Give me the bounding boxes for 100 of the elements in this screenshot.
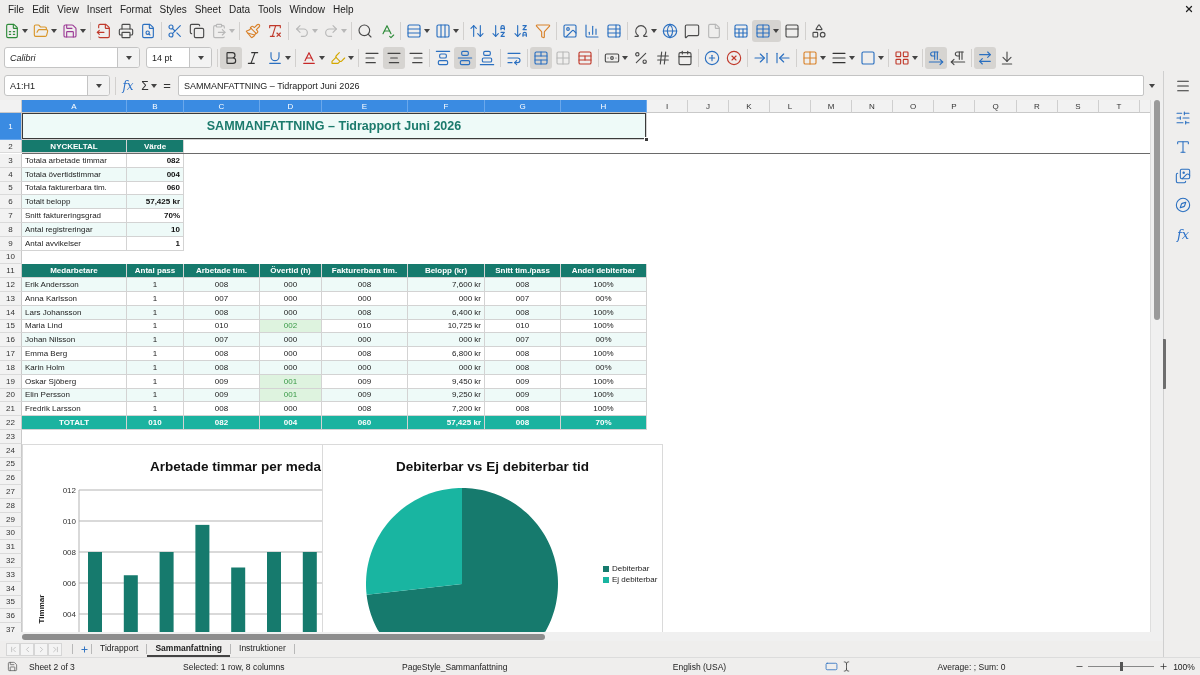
calendar-icon [677, 49, 693, 66]
row-header[interactable]: 7 [0, 209, 22, 223]
paintbrush-icon [245, 23, 261, 39]
spreadsheet-icon [4, 23, 20, 39]
align-middle-button[interactable] [454, 46, 476, 69]
row-header[interactable]: 2 [0, 140, 22, 153]
dropdown-button[interactable] [117, 48, 139, 67]
formula-input[interactable]: SAMMANFATTNING – Tidrapport Juni 2026 [178, 75, 1144, 96]
caret-icon [651, 29, 657, 33]
selection-info: Selected: 1 row, 8 columns [183, 661, 285, 672]
font-size-field[interactable]: 14 pt [146, 47, 212, 68]
row-header[interactable]: 22 [0, 416, 22, 430]
menu-item[interactable]: Styles [155, 1, 191, 17]
text-direction-button[interactable] [974, 46, 996, 69]
sheet-tab[interactable]: Tidrapport [92, 641, 147, 657]
grid-icon [802, 49, 818, 66]
column-header[interactable]: D [260, 100, 322, 113]
name-box[interactable]: A1:H1 [4, 75, 110, 96]
column-header[interactable]: H [561, 100, 647, 113]
selection-mode-icon [824, 660, 838, 673]
column-header[interactable]: A [22, 100, 127, 113]
table-cell: 008 [184, 278, 260, 292]
table-header: NYCKELTAL [22, 140, 127, 153]
zoom-slider-thumb[interactable] [1120, 662, 1123, 671]
copy-icon [189, 23, 205, 39]
table-cell: 000 [260, 402, 322, 417]
table-cell: 082 [127, 154, 184, 168]
align-middle-icon [457, 49, 473, 66]
sum-button[interactable]: Σ [138, 75, 160, 96]
menu-item[interactable]: Help [329, 1, 358, 17]
dropdown-button[interactable] [87, 76, 109, 95]
row-header[interactable]: 1 [0, 113, 22, 140]
menu-item[interactable]: Sheet [190, 1, 225, 17]
column-header[interactable]: E [322, 100, 408, 113]
four-squares-icon [894, 49, 910, 66]
row-header[interactable]: 16 [0, 333, 22, 348]
table-cell: 6,800 kr [408, 347, 485, 361]
column-header[interactable]: G [485, 100, 561, 113]
table-cell: 7,600 kr [408, 278, 485, 292]
folder-icon [33, 23, 49, 39]
table-cell: 1 [127, 347, 184, 361]
vertical-scrollbar[interactable] [1150, 100, 1163, 632]
merge-center-button[interactable] [530, 46, 552, 69]
row-header[interactable]: 36 [0, 609, 22, 624]
row-header[interactable]: 27 [0, 485, 22, 499]
column-header[interactable]: F [408, 100, 485, 113]
table-cell: 000 kr [408, 333, 485, 348]
caret-icon [773, 29, 779, 33]
table-cell: 008 [322, 402, 408, 417]
close-button[interactable] [1184, 4, 1194, 14]
table-cell: 008 [485, 278, 561, 292]
sheet-tab[interactable]: Instruktioner [231, 641, 294, 657]
row-header[interactable]: 31 [0, 540, 22, 555]
fill-handle[interactable] [644, 137, 649, 142]
total-cell: 060 [322, 416, 408, 430]
font-name-field[interactable]: Calibri [4, 47, 140, 68]
formula-button[interactable]: = [160, 75, 174, 96]
table-header: Övertid (h) [260, 264, 322, 279]
left-to-right-button[interactable] [925, 46, 947, 69]
row-header[interactable]: 32 [0, 554, 22, 568]
row-header[interactable]: 3 [0, 154, 22, 168]
menu-item[interactable]: View [53, 1, 83, 17]
function-wizard-button[interactable]: fx [118, 75, 138, 96]
menu-item[interactable]: Window [285, 1, 329, 17]
scrollbar-thumb[interactable] [22, 633, 545, 640]
row-header[interactable]: 26 [0, 471, 22, 486]
bold-button[interactable] [220, 46, 242, 69]
scrollbar-thumb[interactable] [1154, 100, 1160, 320]
zoom-in-button[interactable] [1157, 660, 1169, 673]
align-center-button[interactable] [383, 46, 405, 69]
zoom-percent: 100% [1173, 661, 1195, 672]
sliders-icon [1175, 110, 1191, 126]
menu-item[interactable]: Edit [28, 1, 54, 17]
row-header[interactable]: 17 [0, 347, 22, 361]
total-cell: 004 [260, 416, 322, 430]
column-header[interactable]: C [184, 100, 260, 113]
menu-item[interactable]: Format [115, 1, 156, 17]
sheet-tab[interactable]: Sammanfattning [147, 641, 231, 657]
bar-chart-icon [584, 23, 600, 39]
freeze-button[interactable] [752, 20, 781, 42]
row-header[interactable]: 11 [0, 264, 22, 279]
menu-item[interactable]: Data [224, 1, 255, 17]
table-cell: 000 [260, 278, 322, 292]
align-bottom-icon [479, 49, 495, 66]
table-cell: 000 [260, 333, 322, 348]
images-icon [1175, 168, 1191, 184]
table-cell: 000 [322, 333, 408, 348]
caret-icon [341, 29, 347, 33]
row-header[interactable]: 12 [0, 278, 22, 292]
menu-item[interactable]: Tools [254, 1, 286, 17]
functions-button[interactable]: fx [1171, 222, 1195, 246]
row-header[interactable]: 21 [0, 402, 22, 417]
dropdown-button[interactable] [189, 48, 211, 67]
sidebar-grip[interactable] [1162, 339, 1166, 389]
menu-item[interactable]: File [4, 1, 29, 17]
column-header[interactable]: B [127, 100, 184, 113]
caret-icon [912, 55, 918, 60]
row-header[interactable]: 6 [0, 195, 22, 210]
menu-item[interactable]: Insert [82, 1, 116, 17]
spellcheck-icon [379, 23, 395, 39]
